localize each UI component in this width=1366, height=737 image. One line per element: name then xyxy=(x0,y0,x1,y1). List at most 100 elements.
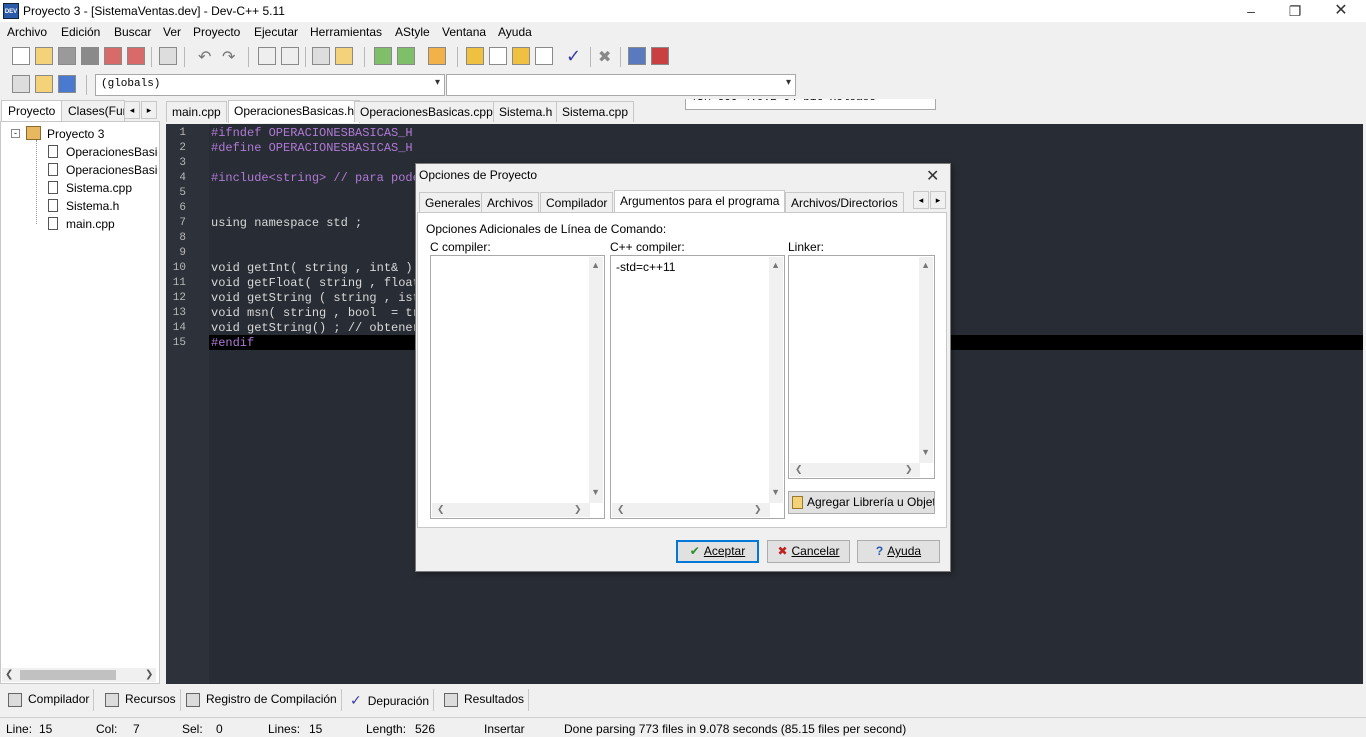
clean-icon[interactable]: ✖ xyxy=(598,47,611,67)
tab-clases[interactable]: Clases(Fun xyxy=(61,100,125,122)
undo-icon[interactable]: ↶ xyxy=(198,47,211,67)
redo-icon[interactable]: ↷ xyxy=(222,47,235,67)
chevron-left-icon[interactable]: ◂ xyxy=(913,191,929,209)
close-file-icon[interactable] xyxy=(104,47,122,65)
member-select[interactable]: ▾ xyxy=(446,74,796,96)
restore-icon[interactable]: ❐ xyxy=(1272,0,1318,22)
menu-ejecutar[interactable]: Ejecutar xyxy=(254,25,298,39)
tree-file[interactable]: Sistema.cpp xyxy=(66,181,132,195)
cpp-compiler-textarea[interactable]: ▲ ▼ ❮ ❯ -std=c++11 xyxy=(610,255,785,519)
scroll-right-icon[interactable]: ❯ xyxy=(145,669,153,680)
add-to-project-icon[interactable] xyxy=(374,47,392,65)
print-icon[interactable] xyxy=(159,47,177,65)
linker-textarea[interactable]: ▲ ▼ ❮ ❯ xyxy=(788,255,935,479)
scroll-right-icon[interactable]: ❯ xyxy=(574,504,582,515)
menu-buscar[interactable]: Buscar xyxy=(114,25,151,39)
chevron-right-icon[interactable]: ▸ xyxy=(930,191,946,209)
toggle-bookmark-icon[interactable] xyxy=(58,75,76,93)
menu-herramientas[interactable]: Herramientas xyxy=(310,25,382,39)
new-file-icon[interactable] xyxy=(12,47,30,65)
syntax-check-icon[interactable]: ✓ xyxy=(566,46,581,67)
find-icon[interactable] xyxy=(258,47,276,65)
class-toolbar: (globals) ▾ ▾ xyxy=(0,71,1366,99)
horizontal-scrollbar[interactable] xyxy=(432,503,590,517)
tab-argumentos[interactable]: Argumentos para el programa xyxy=(614,190,786,213)
chevron-left-icon[interactable]: ◂ xyxy=(124,101,140,119)
cancel-button[interactable]: ✖ Cancelar xyxy=(767,540,850,563)
menu-ventana[interactable]: Ventana xyxy=(442,25,486,39)
scroll-down-icon[interactable]: ▼ xyxy=(921,447,930,457)
tab-resultados[interactable]: Resultados xyxy=(440,689,530,711)
chevron-right-icon[interactable]: ▸ xyxy=(141,101,157,119)
save-icon[interactable] xyxy=(58,47,76,65)
scroll-down-icon[interactable]: ▼ xyxy=(771,487,780,497)
close-icon[interactable]: ✕ xyxy=(926,166,939,186)
tree-file[interactable]: OperacionesBasicas.h xyxy=(66,145,158,159)
tab-archivos[interactable]: Archivos xyxy=(481,192,540,213)
minimize-icon[interactable]: – xyxy=(1228,0,1274,22)
scroll-left-icon[interactable]: ❮ xyxy=(437,504,445,515)
scroll-left-icon[interactable]: ❮ xyxy=(5,669,13,680)
delete-profile-icon[interactable] xyxy=(651,47,669,65)
menu-edicion[interactable]: Edición xyxy=(61,25,100,39)
run-icon[interactable] xyxy=(489,47,507,65)
tab-compilador-output[interactable]: Compilador xyxy=(4,689,95,711)
rebuild-all-icon[interactable] xyxy=(535,47,553,65)
scroll-up-icon[interactable]: ▲ xyxy=(591,260,600,270)
tab-archivos-directorios[interactable]: Archivos/Directorios xyxy=(785,192,904,213)
tree-file[interactable]: OperacionesBasicas.cpp xyxy=(66,163,158,177)
profile-icon[interactable] xyxy=(628,47,646,65)
compile-run-icon[interactable] xyxy=(512,47,530,65)
add-library-button[interactable]: Agregar Librería u Objeto xyxy=(788,491,935,514)
help-button[interactable]: ? Ayuda xyxy=(857,540,940,563)
scroll-left-icon[interactable]: ❮ xyxy=(795,464,803,475)
tab-compilador[interactable]: Compilador xyxy=(540,192,614,213)
close-all-icon[interactable] xyxy=(127,47,145,65)
unindent-icon[interactable] xyxy=(335,47,353,65)
horizontal-scrollbar[interactable] xyxy=(790,463,920,477)
horizontal-scrollbar[interactable] xyxy=(612,503,770,517)
menu-archivo[interactable]: Archivo xyxy=(7,25,47,39)
scroll-up-icon[interactable]: ▲ xyxy=(771,260,780,270)
close-window-icon[interactable]: ✕ xyxy=(1318,0,1364,22)
menu-ver[interactable]: Ver xyxy=(163,25,181,39)
tab-recursos[interactable]: Recursos xyxy=(101,689,181,711)
tab-registro-compilacion[interactable]: Registro de Compilación xyxy=(182,689,342,711)
save-all-icon[interactable] xyxy=(81,47,99,65)
tab-generales[interactable]: Generales xyxy=(419,192,487,213)
scrollbar-thumb[interactable] xyxy=(20,670,116,680)
tab-proyecto[interactable]: Proyecto xyxy=(1,100,63,122)
c-compiler-textarea[interactable]: ▲ ▼ ❮ ❯ xyxy=(430,255,605,519)
project-options-icon[interactable] xyxy=(428,47,446,65)
tree-file[interactable]: Sistema.h xyxy=(66,199,119,213)
menu-ayuda[interactable]: Ayuda xyxy=(498,25,532,39)
remove-from-project-icon[interactable] xyxy=(397,47,415,65)
compile-icon[interactable] xyxy=(466,47,484,65)
goto-icon[interactable] xyxy=(35,75,53,93)
scroll-right-icon[interactable]: ❯ xyxy=(754,504,762,515)
tree-file[interactable]: main.cpp xyxy=(66,217,115,231)
tab-operacionesbasicas-h[interactable]: OperacionesBasicas.h xyxy=(228,100,361,123)
scroll-right-icon[interactable]: ❯ xyxy=(905,464,913,475)
open-file-icon[interactable] xyxy=(35,47,53,65)
replace-icon[interactable] xyxy=(281,47,299,65)
tab-depuracion[interactable]: ✓ Depuración xyxy=(346,689,435,711)
ok-button[interactable]: ✔ Aceptar xyxy=(676,540,759,563)
scroll-left-icon[interactable]: ❮ xyxy=(617,504,625,515)
tab-sistema-cpp[interactable]: Sistema.cpp xyxy=(556,101,635,122)
tab-operacionesbasicas-cpp[interactable]: OperacionesBasicas.cpp xyxy=(354,101,499,122)
menu-proyecto[interactable]: Proyecto xyxy=(193,25,240,39)
tab-sistema-h[interactable]: Sistema.h xyxy=(493,101,559,122)
scroll-up-icon[interactable]: ▲ xyxy=(921,260,930,270)
vertical-scrollbar[interactable] xyxy=(769,257,783,503)
tab-main-cpp[interactable]: main.cpp xyxy=(166,101,227,122)
indent-icon[interactable] xyxy=(312,47,330,65)
scope-select[interactable]: (globals) ▾ xyxy=(95,74,445,96)
vertical-scrollbar[interactable] xyxy=(589,257,603,503)
menu-astyle[interactable]: AStyle xyxy=(395,25,430,39)
collapse-icon[interactable]: - xyxy=(11,129,20,138)
insert-icon[interactable] xyxy=(12,75,30,93)
tree-project-root[interactable]: Proyecto 3 xyxy=(47,127,104,141)
vertical-scrollbar[interactable] xyxy=(919,257,933,463)
scroll-down-icon[interactable]: ▼ xyxy=(591,487,600,497)
